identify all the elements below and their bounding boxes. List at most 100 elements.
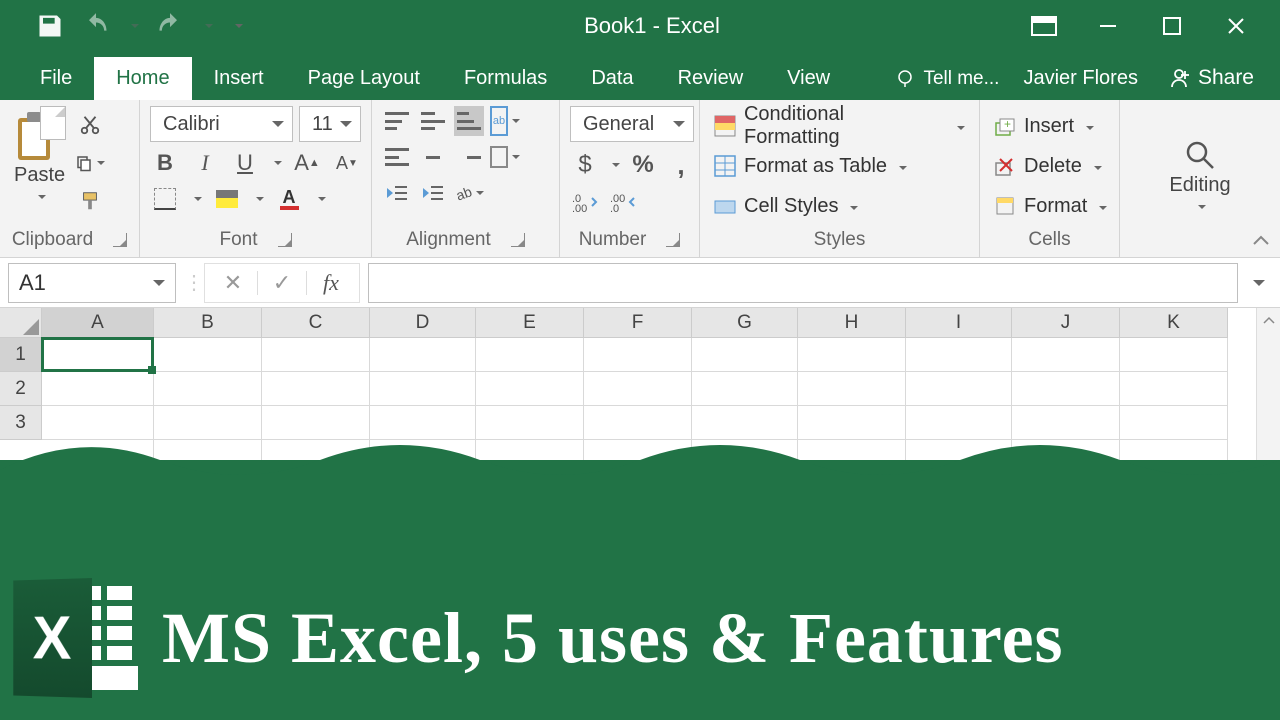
redo-icon[interactable] — [156, 12, 184, 40]
fill-color-button[interactable] — [212, 184, 242, 214]
underline-button[interactable]: U — [230, 148, 260, 178]
currency-dropdown[interactable] — [608, 156, 620, 174]
merge-center-button[interactable] — [490, 142, 520, 172]
cell[interactable] — [262, 372, 370, 406]
borders-dropdown[interactable] — [190, 190, 202, 208]
tab-data[interactable]: Data — [569, 57, 655, 100]
font-size-combo[interactable]: 11 — [299, 106, 361, 142]
percent-button[interactable]: % — [628, 150, 658, 180]
cell[interactable] — [798, 338, 906, 372]
column-header-D[interactable]: D — [370, 308, 476, 338]
underline-dropdown[interactable] — [270, 154, 282, 172]
align-bottom-button[interactable] — [454, 106, 484, 136]
comma-button[interactable]: , — [666, 150, 696, 180]
tab-home[interactable]: Home — [94, 57, 191, 100]
user-name[interactable]: Javier Flores — [1009, 67, 1151, 100]
expand-formula-bar-button[interactable] — [1246, 263, 1272, 303]
tell-me-search[interactable]: Tell me... — [885, 68, 1009, 100]
align-center-button[interactable] — [418, 142, 448, 172]
tab-insert[interactable]: Insert — [192, 57, 286, 100]
align-top-button[interactable] — [382, 106, 412, 136]
save-icon[interactable] — [36, 12, 64, 40]
conditional-formatting-button[interactable]: Conditional Formatting — [710, 108, 969, 144]
cell[interactable] — [692, 372, 798, 406]
cell[interactable] — [154, 372, 262, 406]
minimize-icon[interactable] — [1090, 8, 1126, 44]
row-header-2[interactable]: 2 — [0, 372, 42, 406]
cell-styles-button[interactable]: Cell Styles — [710, 188, 862, 224]
qat-customize-icon[interactable] — [230, 12, 244, 40]
cell[interactable] — [906, 338, 1012, 372]
cell[interactable] — [1012, 338, 1120, 372]
tab-page-layout[interactable]: Page Layout — [286, 57, 442, 100]
undo-icon[interactable] — [82, 12, 110, 40]
orientation-button[interactable]: ab — [454, 178, 484, 208]
column-header-H[interactable]: H — [798, 308, 906, 338]
name-box[interactable]: A1 — [8, 263, 176, 303]
share-button[interactable]: Share — [1152, 66, 1280, 100]
copy-button[interactable] — [75, 148, 105, 178]
select-all-corner[interactable] — [0, 308, 42, 338]
column-header-K[interactable]: K — [1120, 308, 1228, 338]
number-format-combo[interactable]: General — [570, 106, 694, 142]
clipboard-dialog-launcher[interactable] — [113, 233, 127, 247]
paste-dropdown-icon[interactable] — [34, 188, 46, 206]
cancel-formula-button[interactable]: ✕ — [211, 264, 255, 302]
font-color-button[interactable]: A — [274, 184, 304, 214]
cell[interactable] — [1120, 372, 1228, 406]
increase-indent-button[interactable] — [418, 178, 448, 208]
cut-button[interactable] — [75, 110, 105, 140]
alignment-dialog-launcher[interactable] — [511, 233, 525, 247]
cell[interactable] — [370, 338, 476, 372]
currency-button[interactable]: $ — [570, 150, 600, 180]
column-header-I[interactable]: I — [906, 308, 1012, 338]
borders-button[interactable] — [150, 184, 180, 214]
format-as-table-button[interactable]: Format as Table — [710, 148, 911, 184]
format-cells-button[interactable]: Format — [990, 188, 1111, 224]
align-middle-button[interactable] — [418, 106, 448, 136]
cell[interactable] — [476, 372, 584, 406]
cell[interactable] — [1012, 372, 1120, 406]
bold-button[interactable]: B — [150, 148, 180, 178]
decrease-indent-button[interactable] — [382, 178, 412, 208]
row-header-1[interactable]: 1 — [0, 338, 42, 372]
paste-button[interactable]: Paste — [10, 106, 69, 206]
cell[interactable] — [42, 338, 154, 372]
column-header-F[interactable]: F — [584, 308, 692, 338]
column-header-J[interactable]: J — [1012, 308, 1120, 338]
enter-formula-button[interactable]: ✓ — [260, 264, 304, 302]
cell[interactable] — [154, 338, 262, 372]
format-painter-button[interactable] — [75, 186, 105, 216]
delete-cells-button[interactable]: Delete — [990, 148, 1106, 184]
font-name-combo[interactable]: Calibri — [150, 106, 293, 142]
shrink-font-button[interactable]: A▼ — [332, 148, 362, 178]
align-left-button[interactable] — [382, 142, 412, 172]
decrease-decimal-button[interactable]: .00.0 — [608, 188, 638, 218]
cell[interactable] — [798, 372, 906, 406]
cell[interactable] — [370, 372, 476, 406]
cell[interactable] — [584, 372, 692, 406]
cell[interactable] — [476, 338, 584, 372]
close-icon[interactable] — [1218, 8, 1254, 44]
column-header-A[interactable]: A — [42, 308, 154, 338]
cell[interactable] — [584, 338, 692, 372]
column-header-C[interactable]: C — [262, 308, 370, 338]
tab-formulas[interactable]: Formulas — [442, 57, 569, 100]
align-right-button[interactable] — [454, 142, 484, 172]
formula-input[interactable] — [368, 263, 1238, 303]
font-color-dropdown[interactable] — [314, 190, 326, 208]
insert-function-button[interactable]: fx — [309, 264, 353, 302]
column-header-B[interactable]: B — [154, 308, 262, 338]
fill-dropdown[interactable] — [252, 190, 264, 208]
number-dialog-launcher[interactable] — [666, 233, 680, 247]
editing-button[interactable]: Editing — [1165, 138, 1234, 216]
wrap-text-button[interactable]: ab — [490, 106, 520, 136]
cell[interactable] — [1120, 338, 1228, 372]
scroll-up-button[interactable] — [1257, 308, 1280, 332]
redo-dropdown-icon[interactable] — [202, 12, 212, 40]
font-dialog-launcher[interactable] — [278, 233, 292, 247]
column-header-G[interactable]: G — [692, 308, 798, 338]
maximize-icon[interactable] — [1154, 8, 1190, 44]
undo-dropdown-icon[interactable] — [128, 12, 138, 40]
collapse-ribbon-button[interactable] — [1252, 233, 1270, 251]
